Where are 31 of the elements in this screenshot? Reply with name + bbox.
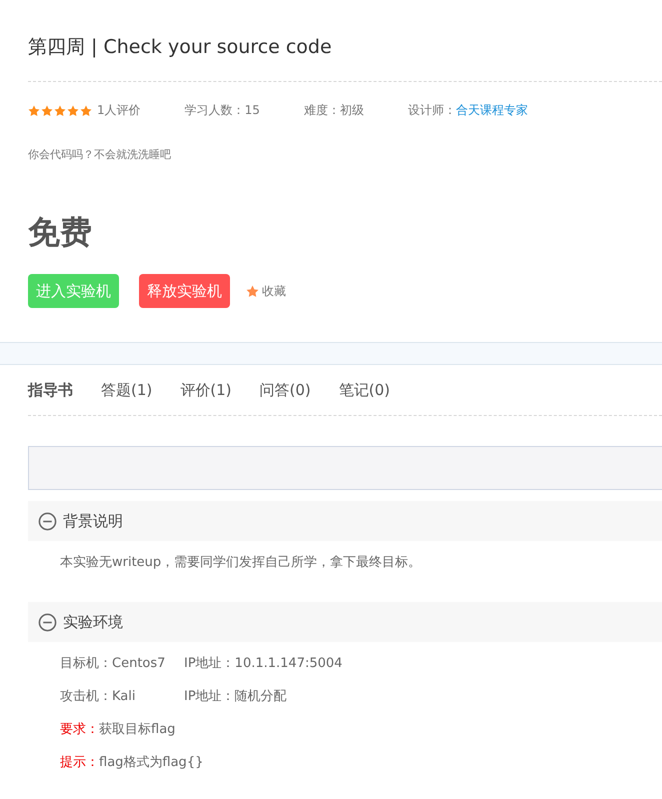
course-title: 第四周 | Check your source code: [28, 35, 333, 60]
meta-text: 设计师：合天课程专家: [408, 102, 528, 119]
tab[interactable]: 评价(1): [180, 380, 232, 400]
section-title: 实验环境: [63, 612, 123, 632]
content-text: 本实验无writeup，需要同学们发挥自己所学，拿下最终目标。: [60, 554, 422, 572]
star-icon: [28, 104, 40, 116]
meta-text: 学习人数：15: [184, 102, 260, 119]
content-text: IP地址：10.1.1.147:5004: [184, 655, 342, 673]
content-text: 提示：flag格式为flag{}: [60, 754, 204, 772]
star-icon: [80, 104, 92, 116]
section-title: 背景说明: [63, 512, 123, 530]
content-text: IP地址：随机分配: [184, 688, 287, 706]
content-text: 要求：获取目标flag: [60, 721, 176, 739]
tab[interactable]: 笔记(0): [338, 380, 390, 400]
content-text: 目标机：Centos7: [60, 655, 166, 673]
rating-count: 1人评价: [97, 102, 141, 119]
meta-text: 难度：初级: [304, 102, 364, 119]
course-description: 你会代码吗？不会就洗洗睡吧: [28, 147, 172, 162]
tab[interactable]: 问答(0): [260, 380, 311, 400]
price: 免费: [28, 212, 93, 252]
star-icon: [67, 104, 79, 116]
content-text: 攻击机：Kali: [60, 688, 136, 706]
tab[interactable]: 答题(1): [101, 380, 152, 400]
section-header[interactable]: 实验环境: [28, 602, 662, 642]
star-icon: [246, 284, 259, 298]
star-icon: [54, 104, 66, 116]
tab[interactable]: 指导书: [28, 380, 73, 400]
favorite-link[interactable]: 收藏: [246, 282, 286, 300]
designer-link[interactable]: 合天课程专家: [456, 103, 528, 117]
star-icon: [41, 104, 53, 116]
section-header[interactable]: 背景说明: [28, 501, 662, 541]
